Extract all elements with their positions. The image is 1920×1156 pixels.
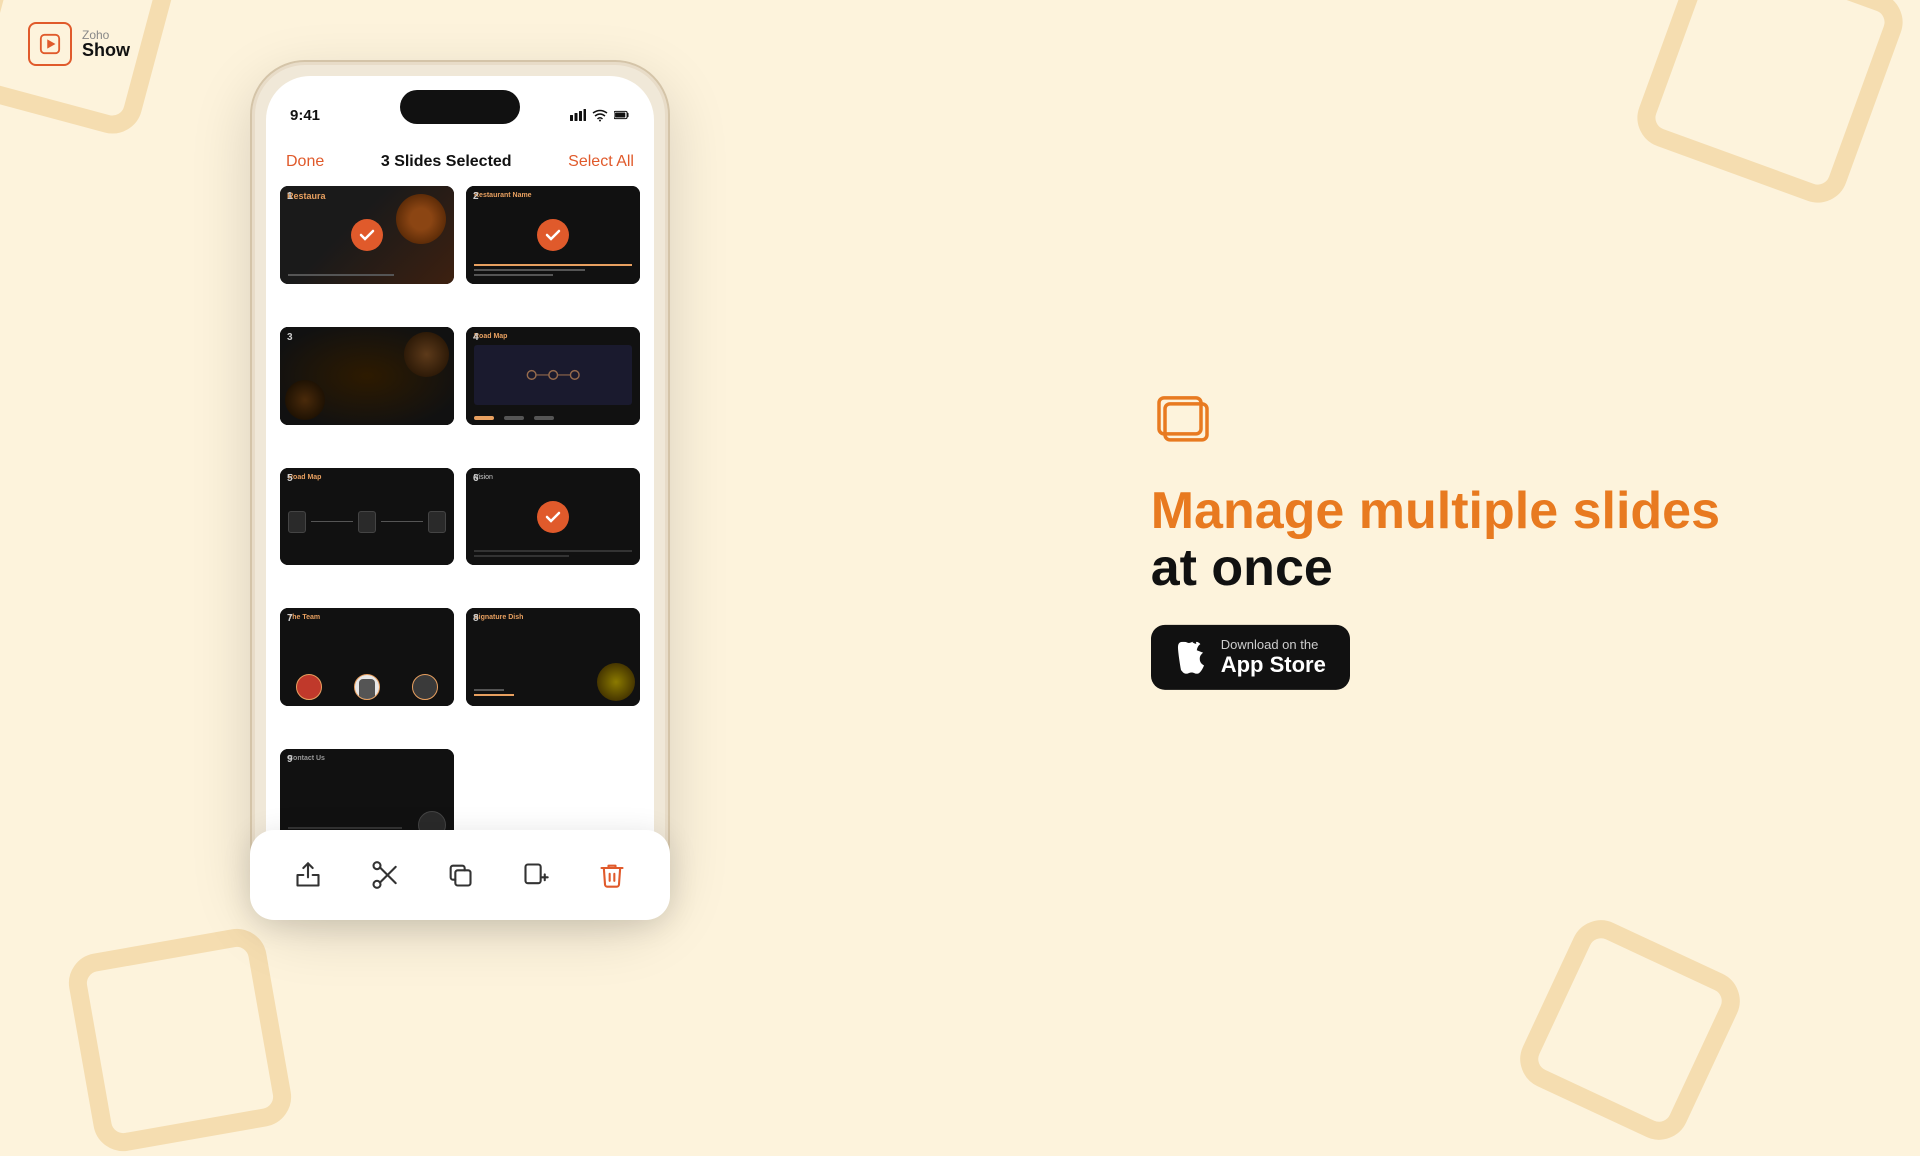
signal-icon — [570, 107, 586, 123]
phone-frame: 9:41 — [250, 60, 670, 910]
slide-7[interactable]: The Team 7 — [280, 608, 454, 706]
slide-num-6: 6 — [473, 473, 479, 484]
slide-5[interactable]: Road Map 5 — [280, 468, 454, 566]
headline: Manage multiple slides at once — [1151, 483, 1720, 597]
battery-icon — [614, 107, 630, 123]
slide-2-check — [537, 219, 569, 251]
slide-2[interactable]: Restaurant Name 2 — [466, 186, 640, 284]
headline-black: at once — [1151, 540, 1720, 597]
slide-num-8: 8 — [473, 613, 479, 624]
copy-button[interactable] — [435, 850, 485, 900]
share-button[interactable] — [283, 850, 333, 900]
app-store-small: Download on the — [1221, 637, 1326, 652]
cut-button[interactable] — [359, 850, 409, 900]
bg-decoration-br — [1510, 910, 1749, 1149]
slide-num-1: 1 — [287, 191, 293, 202]
feature-icon — [1151, 390, 1720, 455]
slides-grid: Restaura 1 Restaurant Name — [280, 186, 640, 894]
action-toolbar — [250, 830, 670, 920]
slide-6[interactable]: Vision 6 — [466, 468, 640, 566]
logo-icon — [28, 22, 72, 66]
logo: Zoho Show — [28, 22, 130, 66]
slide-num-3: 3 — [287, 332, 293, 343]
select-all-button[interactable]: Select All — [568, 153, 634, 171]
slide-num-5: 5 — [287, 473, 293, 484]
app-store-large: App Store — [1221, 652, 1326, 678]
status-icons — [570, 107, 630, 123]
apple-logo — [1175, 642, 1207, 674]
phone-mockup: 9:41 — [250, 60, 670, 910]
headline-orange: Manage multiple slides — [1151, 483, 1720, 540]
slide-8[interactable]: Signature Dish 8 — [466, 608, 640, 706]
slide-num-7: 7 — [287, 613, 293, 624]
app-store-text: Download on the App Store — [1221, 637, 1326, 678]
play-icon — [39, 33, 61, 55]
wifi-icon — [592, 107, 608, 123]
feature-description: Manage multiple slides at once Download … — [1151, 390, 1720, 690]
bg-decoration-bl — [64, 924, 296, 1156]
slide-1-check — [351, 219, 383, 251]
slide-6-check — [537, 501, 569, 533]
slide-count-label: 3 Slides Selected — [381, 153, 512, 171]
dynamic-island — [400, 90, 520, 124]
slide-4[interactable]: Road Map — [466, 327, 640, 425]
slide-1[interactable]: Restaura 1 — [280, 186, 454, 284]
slide-num-9: 9 — [287, 754, 293, 765]
slide-num-2: 2 — [473, 191, 479, 202]
status-time: 9:41 — [290, 107, 320, 124]
slide-num-4: 4 — [473, 332, 479, 343]
done-button[interactable]: Done — [286, 153, 324, 171]
slide-selection-bar: Done 3 Slides Selected Select All — [266, 140, 654, 184]
delete-button[interactable] — [587, 850, 637, 900]
bg-decoration-tr — [1629, 0, 1911, 211]
phone-screen: 9:41 — [266, 76, 654, 894]
logo-text: Zoho Show — [82, 29, 130, 59]
add-slide-button[interactable] — [511, 850, 561, 900]
app-store-button[interactable]: Download on the App Store — [1151, 625, 1350, 690]
slide-3[interactable]: 3 — [280, 327, 454, 425]
logo-show: Show — [82, 41, 130, 59]
